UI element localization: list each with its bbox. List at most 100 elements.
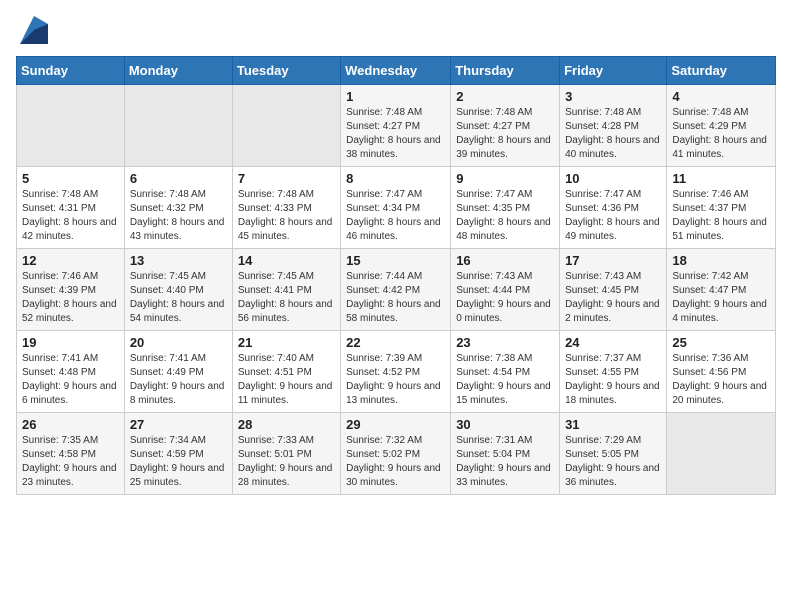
day-cell: 17 Sunrise: 7:43 AMSunset: 4:45 PMDayligh… [560,249,667,331]
day-info: Sunrise: 7:46 AMSunset: 4:37 PMDaylight:… [672,188,770,244]
day-info: Sunrise: 7:48 AMSunset: 4:31 PMDaylight:… [22,188,119,244]
day-cell: 24 Sunrise: 7:37 AMSunset: 4:55 PMDayligh… [560,331,667,413]
day-info: Sunrise: 7:47 AMSunset: 4:35 PMDaylight:… [456,188,554,244]
day-number: 7 [238,171,335,186]
day-number: 15 [346,253,445,268]
day-cell: 20 Sunrise: 7:41 AMSunset: 4:49 PMDayligh… [124,331,232,413]
day-cell: 5 Sunrise: 7:48 AMSunset: 4:31 PMDaylight… [17,167,125,249]
day-cell: 27 Sunrise: 7:34 AMSunset: 4:59 PMDayligh… [124,413,232,495]
day-number: 2 [456,89,554,104]
day-cell: 14Sunrise: 7:45 AMSunset: 4:41 PMDayligh… [232,249,340,331]
day-info: Sunrise: 7:47 AMSunset: 4:36 PMDaylight:… [565,188,661,244]
day-info: Sunrise: 7:41 AMSunset: 4:49 PMDaylight:… [130,352,227,408]
day-number: 17 [565,253,661,268]
day-number: 22 [346,335,445,350]
day-info: Sunrise: 7:34 AMSunset: 4:59 PMDaylight:… [130,434,227,490]
day-cell: 6 Sunrise: 7:48 AMSunset: 4:32 PMDaylight… [124,167,232,249]
header-saturday: Saturday [667,57,776,85]
day-cell: 19Sunrise: 7:41 AMSunset: 4:48 PMDayligh… [17,331,125,413]
day-cell: 22 Sunrise: 7:39 AMSunset: 4:52 PMDayligh… [341,331,451,413]
weekday-header-row: SundayMondayTuesdayWednesdayThursdayFrid… [17,57,776,85]
page-header [16,16,776,44]
day-number: 18 [672,253,770,268]
header-wednesday: Wednesday [341,57,451,85]
day-cell: 28 Sunrise: 7:33 AMSunset: 5:01 PMDayligh… [232,413,340,495]
day-info: Sunrise: 7:48 AMSunset: 4:33 PMDaylight:… [238,188,335,244]
day-number: 27 [130,417,227,432]
day-info: Sunrise: 7:40 AMSunset: 4:51 PMDaylight:… [238,352,335,408]
day-info: Sunrise: 7:46 AMSunset: 4:39 PMDaylight:… [22,270,119,326]
day-number: 28 [238,417,335,432]
day-number: 30 [456,417,554,432]
day-number: 16 [456,253,554,268]
day-info: Sunrise: 7:48 AMSunset: 4:32 PMDaylight:… [130,188,227,244]
day-cell: 8Sunrise: 7:47 AMSunset: 4:34 PMDaylight… [341,167,451,249]
logo-icon [20,16,48,44]
week-row-5: 26Sunrise: 7:35 AMSunset: 4:58 PMDayligh… [17,413,776,495]
day-number: 3 [565,89,661,104]
day-number: 24 [565,335,661,350]
day-number: 20 [130,335,227,350]
day-cell: 7 Sunrise: 7:48 AMSunset: 4:33 PMDaylight… [232,167,340,249]
week-row-4: 19Sunrise: 7:41 AMSunset: 4:48 PMDayligh… [17,331,776,413]
day-number: 23 [456,335,554,350]
day-cell [124,85,232,167]
day-info: Sunrise: 7:45 AMSunset: 4:41 PMDaylight:… [238,270,335,326]
day-cell: 12 Sunrise: 7:46 AMSunset: 4:39 PMDayligh… [17,249,125,331]
day-info: Sunrise: 7:45 AMSunset: 4:40 PMDaylight:… [130,270,227,326]
day-cell: 26Sunrise: 7:35 AMSunset: 4:58 PMDayligh… [17,413,125,495]
day-cell [232,85,340,167]
day-info: Sunrise: 7:39 AMSunset: 4:52 PMDaylight:… [346,352,445,408]
day-info: Sunrise: 7:29 AMSunset: 5:05 PMDaylight:… [565,434,661,490]
day-info: Sunrise: 7:32 AMSunset: 5:02 PMDaylight:… [346,434,445,490]
day-info: Sunrise: 7:48 AMSunset: 4:27 PMDaylight:… [456,106,554,162]
day-number: 5 [22,171,119,186]
day-cell: 18 Sunrise: 7:42 AMSunset: 4:47 PMDayligh… [667,249,776,331]
day-cell: 16 Sunrise: 7:43 AMSunset: 4:44 PMDayligh… [451,249,560,331]
day-info: Sunrise: 7:41 AMSunset: 4:48 PMDaylight:… [22,352,119,408]
logo [16,16,48,44]
day-cell: 3 Sunrise: 7:48 AMSunset: 4:28 PMDaylight… [560,85,667,167]
day-cell [17,85,125,167]
day-info: Sunrise: 7:37 AMSunset: 4:55 PMDaylight:… [565,352,661,408]
day-cell: 13 Sunrise: 7:45 AMSunset: 4:40 PMDayligh… [124,249,232,331]
day-cell [667,413,776,495]
day-info: Sunrise: 7:48 AMSunset: 4:27 PMDaylight:… [346,106,445,162]
day-cell: 21 Sunrise: 7:40 AMSunset: 4:51 PMDayligh… [232,331,340,413]
header-tuesday: Tuesday [232,57,340,85]
day-info: Sunrise: 7:48 AMSunset: 4:28 PMDaylight:… [565,106,661,162]
day-info: Sunrise: 7:47 AMSunset: 4:34 PMDaylight:… [346,188,445,244]
day-cell: 10 Sunrise: 7:47 AMSunset: 4:36 PMDayligh… [560,167,667,249]
header-sunday: Sunday [17,57,125,85]
day-info: Sunrise: 7:43 AMSunset: 4:44 PMDaylight:… [456,270,554,326]
day-info: Sunrise: 7:36 AMSunset: 4:56 PMDaylight:… [672,352,770,408]
day-cell: 15Sunrise: 7:44 AMSunset: 4:42 PMDayligh… [341,249,451,331]
day-number: 6 [130,171,227,186]
day-cell: 23 Sunrise: 7:38 AMSunset: 4:54 PMDayligh… [451,331,560,413]
day-cell: 31 Sunrise: 7:29 AMSunset: 5:05 PMDayligh… [560,413,667,495]
day-cell: 30 Sunrise: 7:31 AMSunset: 5:04 PMDayligh… [451,413,560,495]
day-info: Sunrise: 7:33 AMSunset: 5:01 PMDaylight:… [238,434,335,490]
day-cell: 11Sunrise: 7:46 AMSunset: 4:37 PMDayligh… [667,167,776,249]
day-cell: 2 Sunrise: 7:48 AMSunset: 4:27 PMDaylight… [451,85,560,167]
day-number: 31 [565,417,661,432]
day-number: 9 [456,171,554,186]
day-number: 26 [22,417,119,432]
day-number: 29 [346,417,445,432]
week-row-3: 12 Sunrise: 7:46 AMSunset: 4:39 PMDayligh… [17,249,776,331]
week-row-2: 5 Sunrise: 7:48 AMSunset: 4:31 PMDaylight… [17,167,776,249]
day-info: Sunrise: 7:43 AMSunset: 4:45 PMDaylight:… [565,270,661,326]
day-number: 1 [346,89,445,104]
day-cell: 9 Sunrise: 7:47 AMSunset: 4:35 PMDaylight… [451,167,560,249]
day-info: Sunrise: 7:42 AMSunset: 4:47 PMDaylight:… [672,270,770,326]
day-info: Sunrise: 7:31 AMSunset: 5:04 PMDaylight:… [456,434,554,490]
day-number: 13 [130,253,227,268]
header-friday: Friday [560,57,667,85]
day-info: Sunrise: 7:38 AMSunset: 4:54 PMDaylight:… [456,352,554,408]
day-number: 10 [565,171,661,186]
day-cell: 25 Sunrise: 7:36 AMSunset: 4:56 PMDayligh… [667,331,776,413]
day-number: 21 [238,335,335,350]
day-number: 12 [22,253,119,268]
day-number: 4 [672,89,770,104]
day-number: 25 [672,335,770,350]
